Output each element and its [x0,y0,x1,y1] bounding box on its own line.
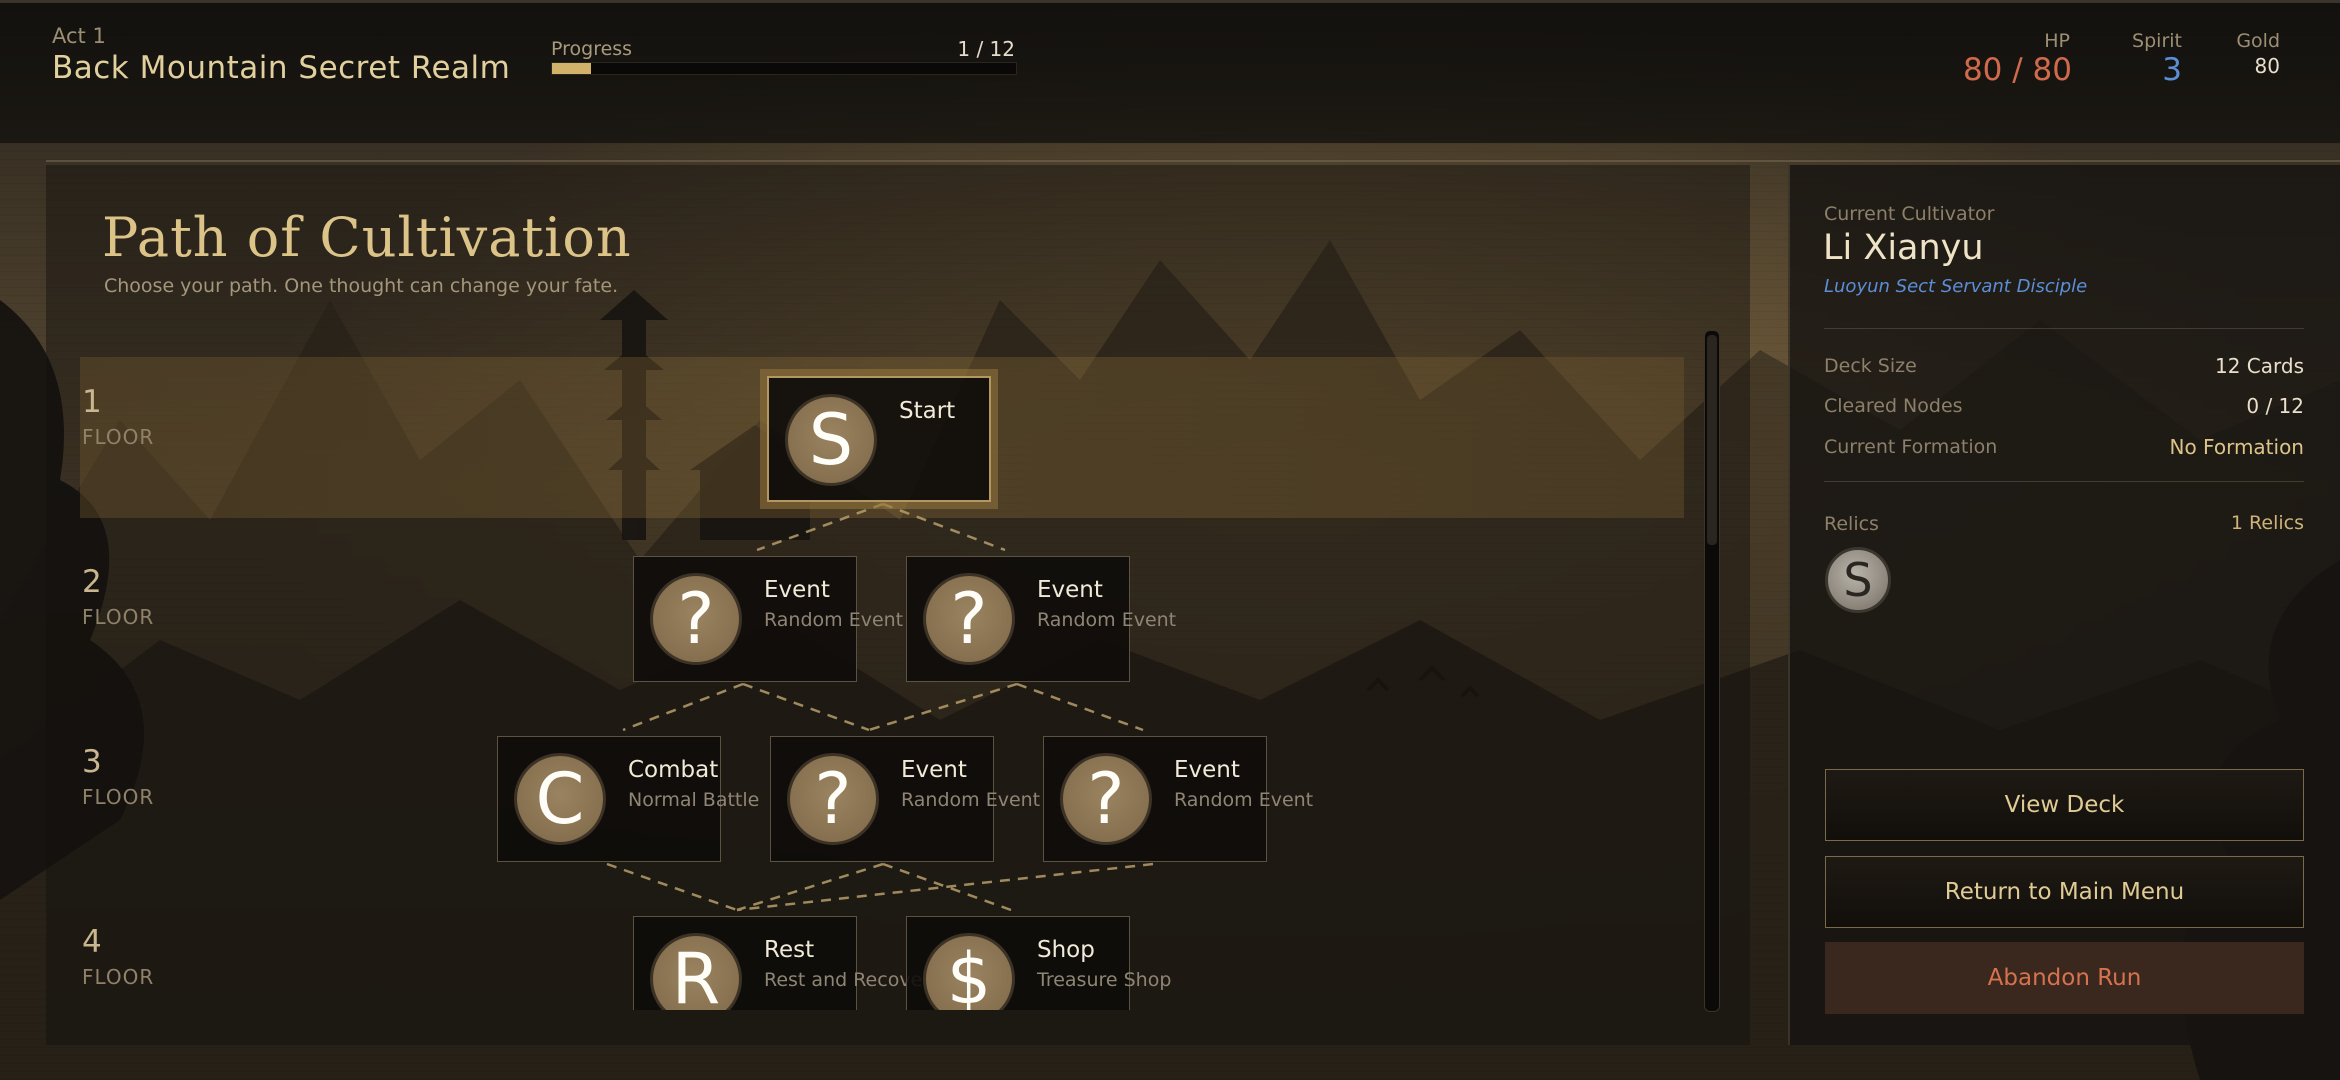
combat-icon: C [514,753,606,845]
formation-label: Current Formation [1824,436,1998,458]
cultivator-name: Li Xianyu [1823,228,1984,268]
map-scrollbar[interactable] [1704,330,1720,1012]
node-title: Shop [1037,937,1095,963]
panel-divider [1824,481,2304,482]
map-node-rest[interactable]: R Rest Rest and Recover [633,916,930,1010]
node-title: Event [1174,757,1240,783]
map-node-combat[interactable]: C Combat Normal Battle [497,736,759,862]
map-node-event[interactable]: ? Event Random Event [906,556,1176,682]
path-map: S Start ? Event Random Event ? Event Ran… [80,340,1690,1010]
gold-label: Gold [2236,30,2280,52]
hp-label: HP [2044,30,2070,52]
node-subtitle: Random Event [1037,609,1177,631]
hp-value: 80 / 80 [1962,52,2072,88]
start-icon: S [785,394,877,486]
relics-count: 1 Relics [2230,512,2304,534]
map-node-event[interactable]: ? Event Random Event [633,556,903,682]
node-title: Start [899,398,956,424]
map-node-event[interactable]: ? Event Random Event [770,736,1040,862]
node-subtitle: Random Event [1174,789,1314,811]
node-subtitle: Treasure Shop [1037,969,1172,991]
page-title: Path of Cultivation [102,206,632,269]
top-bar-divider [46,160,2340,162]
relic-icon: S [1843,553,1873,607]
node-title: Event [764,577,830,603]
deck-size-value: 12 Cards [2214,354,2304,378]
map-node-shop[interactable]: $ Shop Treasure Shop [906,916,1171,1010]
node-title: Combat [628,757,719,783]
view-deck-button[interactable]: View Deck [1825,769,2304,841]
progress-bar [551,62,1017,75]
abandon-run-button[interactable]: Abandon Run [1825,942,2304,1014]
cleared-nodes-label: Cleared Nodes [1824,395,1963,417]
question-icon: ? [923,573,1015,665]
cultivator-sect: Luoyun Sect Servant Disciple [1824,276,2088,297]
relics-label: Relics [1824,513,1879,535]
deck-size-label: Deck Size [1824,355,1917,377]
formation-value: No Formation [2169,435,2304,459]
progress-label: Progress [551,38,633,60]
gold-value: 80 [2254,54,2280,78]
question-icon: ? [787,753,879,845]
shop-icon: $ [923,933,1015,1010]
rest-icon: R [650,933,742,1010]
relic-slot[interactable]: S [1825,547,1891,613]
question-icon: ? [1060,753,1152,845]
cleared-nodes-value: 0 / 12 [2246,394,2304,418]
realm-name: Back Mountain Secret Realm [52,50,511,86]
map-node-start[interactable]: S Start [767,376,991,502]
question-icon: ? [650,573,742,665]
node-title: Rest [764,937,815,963]
spirit-value: 3 [2162,52,2182,88]
spirit-label: Spirit [2132,30,2182,52]
map-node-event[interactable]: ? Event Random Event [1043,736,1313,862]
node-subtitle: Random Event [764,609,904,631]
node-title: Event [1037,577,1103,603]
main-menu-button[interactable]: Return to Main Menu [1825,856,2304,928]
node-subtitle: Random Event [901,789,1041,811]
panel-divider [1824,328,2304,329]
act-label: Act 1 [52,24,106,48]
page-subtitle: Choose your path. One thought can change… [104,275,619,297]
map-scrollbar-thumb[interactable] [1707,335,1717,545]
progress-count: 1 / 12 [957,37,1015,61]
node-title: Event [901,757,967,783]
progress-bar-fill [552,63,591,74]
node-subtitle: Normal Battle [628,789,760,811]
cultivator-label: Current Cultivator [1824,203,1995,225]
